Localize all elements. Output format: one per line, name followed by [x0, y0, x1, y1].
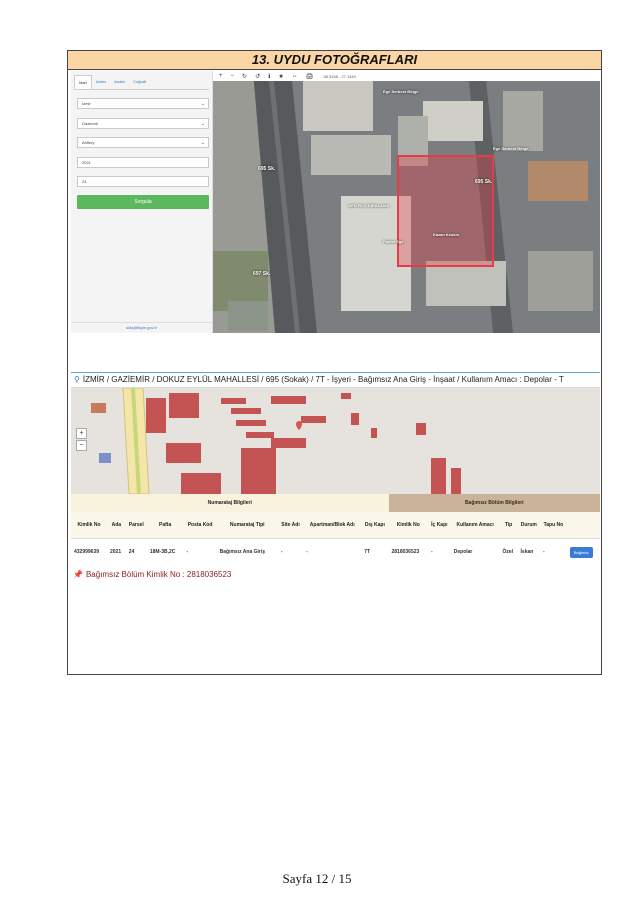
map-pin-icon: ⚲ — [74, 375, 80, 384]
cell-tip: Özel — [502, 549, 514, 555]
zoom-out-button[interactable]: − — [76, 440, 87, 451]
col-posta-kod: Posta Kod — [183, 512, 217, 539]
cell-action: Bağımla — [567, 539, 600, 566]
chevron-down-icon: ⌄ — [200, 140, 205, 146]
province-value: İzmir — [82, 101, 91, 106]
map-label: Postel Ege — [383, 239, 404, 244]
coordinate-readout: 38.3158 - 27.1440 — [323, 73, 356, 79]
map-label: GEN FİLO KİRALAMA — [348, 203, 390, 208]
col-numarataj-tipi: Numarataj Tipi — [216, 512, 278, 539]
col-apartman-blok: Apartman/Blok Adı — [303, 512, 362, 539]
ada-input[interactable]: 2021 — [77, 157, 209, 168]
neighborhood-select[interactable]: Atıfbey ⌄ — [77, 137, 209, 148]
tab-adres[interactable]: Adres — [92, 75, 110, 89]
undo-icon[interactable]: ↺ — [255, 73, 260, 80]
neighborhood-value: Atıfbey — [82, 140, 95, 145]
col-ic-kapi: İç Kapı — [427, 512, 451, 539]
col-kimlik-no: Kimlik No — [71, 512, 107, 539]
map-toolbar: + − ↻ ↺ ℹ ★ ↔ 🖨 38.3158 - 27.1440 — [213, 71, 600, 81]
satellite-photo — [213, 71, 600, 333]
cell-kullanim-amaci: Depolar — [453, 549, 473, 555]
map-label: Ege Serbest Bölge — [493, 146, 529, 151]
query-button[interactable]: Sorgula — [77, 195, 209, 209]
chevron-down-icon: ⌄ — [200, 101, 205, 107]
satellite-image[interactable]: + − ↻ ↺ ℹ ★ ↔ 🖨 38.3158 - 27.1440 Ege Se… — [213, 71, 600, 333]
zoom-in-button[interactable]: + — [76, 428, 87, 439]
address-bar: ⚲ İZMİR / GAZİEMİR / DOKUZ EYLÜL MAHALLES… — [71, 372, 600, 388]
road-label: 695 Sk. — [258, 166, 276, 172]
cell-apartman-blok: - — [306, 549, 308, 555]
tab-idari[interactable]: İdari — [74, 75, 92, 89]
cell-site-adi: - — [280, 549, 283, 555]
cell-durum: İskan — [520, 549, 534, 555]
print-icon[interactable]: 🖨 — [306, 73, 314, 80]
col-bb-kimlik-no: Kimlik No — [388, 512, 428, 539]
zoom-out-icon[interactable]: − — [231, 73, 235, 79]
group-header-numarataj: Numarataj Bilgileri — [71, 494, 389, 512]
measure-icon[interactable]: ↔ — [292, 73, 298, 79]
group-header-bagimsiz: Bağımsız Bölüm Bilgileri — [388, 494, 600, 512]
tab-cografi[interactable]: Coğrafi — [129, 75, 150, 89]
col-pafta: Pafta — [146, 512, 184, 539]
cell-kimlik-no: 432999639 — [74, 549, 100, 555]
cell-parsel: 24 — [128, 549, 135, 555]
col-ada: Ada — [106, 512, 126, 539]
table-row: 432999639 2021 24 18M-3B,2C - Bağımsız A… — [71, 539, 600, 566]
col-parsel: Parsel — [125, 512, 147, 539]
independent-unit-text: Bağımsız Bölüm Kimlik No : 2818036523 — [85, 570, 232, 579]
district-value: Gaziemir — [82, 121, 99, 126]
col-tapu-no: Tapu No — [540, 512, 567, 539]
address-text: İZMİR / GAZİEMİR / DOKUZ EYLÜL MAHALLESİ… — [82, 375, 564, 384]
query-panel: İdari Adres Analiz Coğrafi İzmir ⌄ Gaziem… — [71, 71, 213, 333]
query-tabs: İdari Adres Analiz Coğrafi — [74, 75, 209, 90]
parcel-map[interactable]: + − — [71, 388, 600, 494]
cell-ic-kapi: - — [430, 549, 433, 555]
road-label: 695 Sk. — [475, 179, 493, 185]
cell-bb-kimlik-no: 2818036523 — [391, 549, 420, 555]
map-label: Kazan Keskin — [433, 232, 460, 237]
pushpin-icon: 📌 — [73, 570, 83, 579]
cell-ada: 2021 — [109, 549, 122, 555]
info-icon[interactable]: ℹ — [268, 73, 270, 80]
cell-tapu-no: - — [543, 549, 545, 555]
contact-email-link[interactable]: ulas@tkgm.gov.tr — [71, 322, 212, 330]
parcel-table: Numarataj Bilgileri Bağımsız Bölüm Bilgi… — [71, 494, 600, 565]
district-select[interactable]: Gaziemir ⌄ — [77, 118, 209, 129]
refresh-icon[interactable]: ↻ — [242, 73, 247, 80]
section-title: 13. UYDU FOTOĞRAFLARI — [68, 51, 601, 70]
col-site-adi: Site Adı — [277, 512, 304, 539]
province-select[interactable]: İzmir ⌄ — [77, 98, 209, 109]
report-frame: 13. UYDU FOTOĞRAFLARI İdari Adres Analiz… — [67, 50, 602, 675]
col-tip: Tip — [499, 512, 518, 539]
page-number: Sayfa 12 / 15 — [282, 871, 352, 886]
link-button[interactable]: Bağımla — [569, 546, 593, 558]
map-label: Ege Serbest Bölge — [383, 89, 419, 94]
road-label: 697 Sk. — [253, 271, 271, 277]
tab-analiz[interactable]: Analiz — [110, 75, 129, 89]
column-header-row: Kimlik No Ada Parsel Pafta Posta Kod Num… — [71, 512, 600, 539]
parsel-input[interactable]: 24 — [77, 176, 209, 187]
zoom-in-icon[interactable]: + — [219, 73, 223, 79]
col-dis-kapi: Dış Kapı — [361, 512, 389, 539]
star-icon[interactable]: ★ — [278, 73, 283, 80]
cell-numarataj-tipi: Bağımsız Ana Giriş — [219, 549, 266, 555]
cell-pafta: 18M-3B,2C — [149, 549, 176, 555]
col-kullanim-amaci: Kullanım Amacı — [450, 512, 500, 539]
col-action — [566, 512, 600, 539]
cell-dis-kapi: 7T — [364, 549, 371, 555]
group-header-row: Numarataj Bilgileri Bağımsız Bölüm Bilgi… — [71, 494, 600, 512]
independent-unit-title: 📌 Bağımsız Bölüm Kimlik No : 2818036523 — [73, 570, 231, 579]
chevron-down-icon: ⌄ — [200, 121, 205, 127]
parcel-map-graphic — [71, 388, 600, 494]
col-durum: Durum — [517, 512, 541, 539]
cell-posta-kod: - — [186, 549, 189, 555]
